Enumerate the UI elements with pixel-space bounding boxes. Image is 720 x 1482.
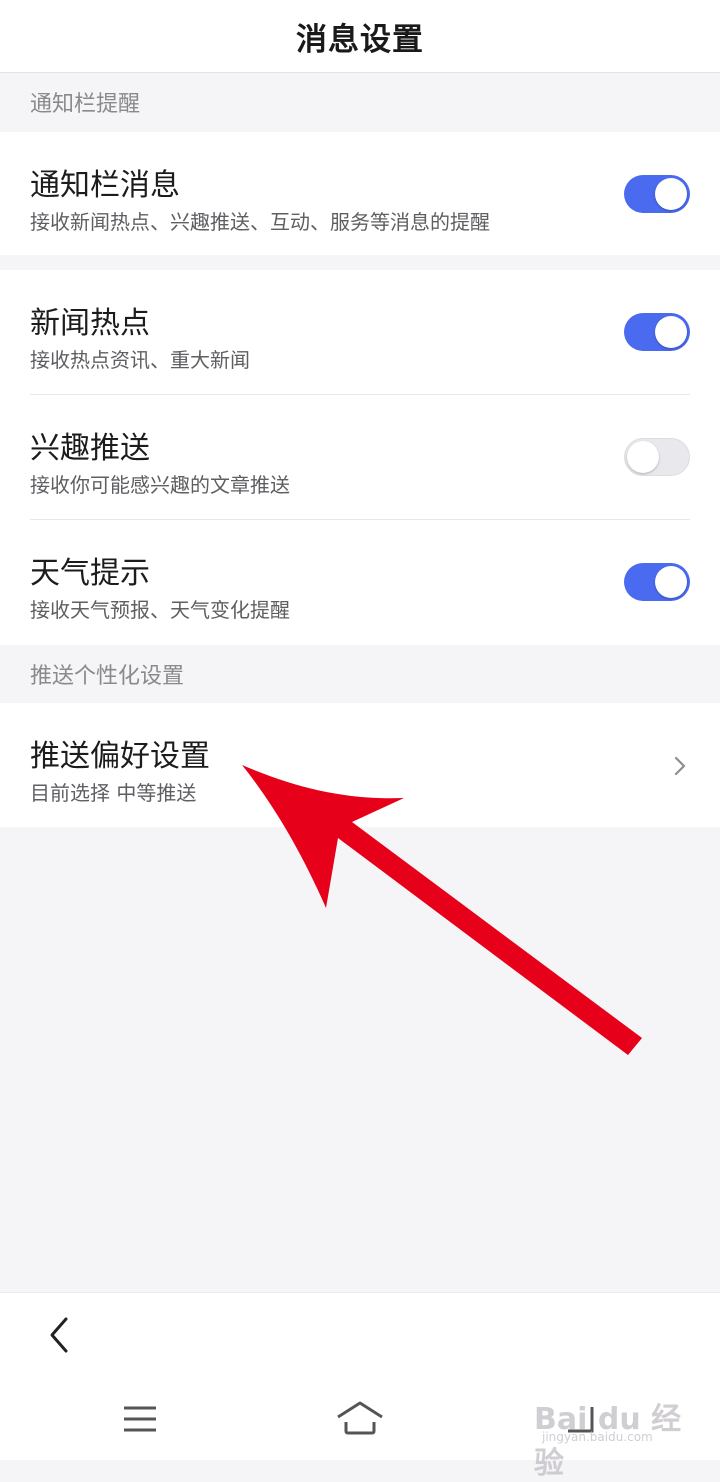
chevron-right-icon	[674, 756, 686, 776]
back-chevron-icon[interactable]	[44, 1313, 74, 1357]
setting-row-notification-bar: 通知栏消息 接收新闻热点、兴趣推送、互动、服务等消息的提醒	[0, 132, 720, 257]
setting-label: 推送偏好设置	[30, 739, 210, 774]
title-bar: 消息设置	[0, 0, 720, 73]
setting-row-interest: 兴趣推送 接收你可能感兴趣的文章推送	[0, 395, 720, 520]
news-toggle[interactable]	[624, 313, 690, 351]
setting-desc: 目前选择 中等推送	[30, 781, 197, 805]
setting-label: 新闻热点	[30, 306, 150, 341]
page-title: 消息设置	[296, 21, 424, 58]
toggle-knob	[655, 566, 687, 598]
setting-desc: 接收你可能感兴趣的文章推送	[30, 473, 290, 497]
notification-bar-toggle[interactable]	[624, 175, 690, 213]
section-header-push: 推送个性化设置	[0, 645, 720, 703]
setting-label: 通知栏消息	[30, 168, 180, 203]
toggle-knob	[655, 316, 687, 348]
setting-row-weather: 天气提示 接收天气预报、天气变化提醒	[0, 520, 720, 645]
interest-toggle[interactable]	[624, 438, 690, 476]
section-header-notify: 通知栏提醒	[0, 73, 720, 131]
setting-desc: 接收热点资讯、重大新闻	[30, 348, 250, 372]
setting-label: 天气提示	[30, 556, 150, 591]
setting-desc: 接收新闻热点、兴趣推送、互动、服务等消息的提醒	[30, 210, 490, 234]
setting-desc: 接收天气预报、天气变化提醒	[30, 598, 290, 622]
push-preference-row[interactable]: 推送偏好设置 目前选择 中等推送	[0, 703, 720, 828]
setting-label: 兴趣推送	[30, 431, 150, 466]
weather-toggle[interactable]	[624, 563, 690, 601]
setting-row-news: 新闻热点 接收热点资讯、重大新闻	[0, 270, 720, 395]
watermark-url: jingyan.baidu.com	[542, 1430, 653, 1444]
notification-types-card: 新闻热点 接收热点资讯、重大新闻 兴趣推送 接收你可能感兴趣的文章推送 天气提示…	[0, 270, 720, 645]
bottom-back-bar	[0, 1292, 720, 1378]
notification-bar-card: 通知栏消息 接收新闻热点、兴趣推送、互动、服务等消息的提醒	[0, 132, 720, 255]
push-preference-card: 推送偏好设置 目前选择 中等推送	[0, 703, 720, 827]
toggle-knob	[655, 178, 687, 210]
home-icon[interactable]	[332, 1391, 388, 1447]
menu-icon[interactable]	[112, 1391, 168, 1447]
baidu-jingyan-watermark: Bai du 经验 jingyan.baidu.com	[534, 1382, 684, 1481]
toggle-knob	[627, 441, 659, 473]
